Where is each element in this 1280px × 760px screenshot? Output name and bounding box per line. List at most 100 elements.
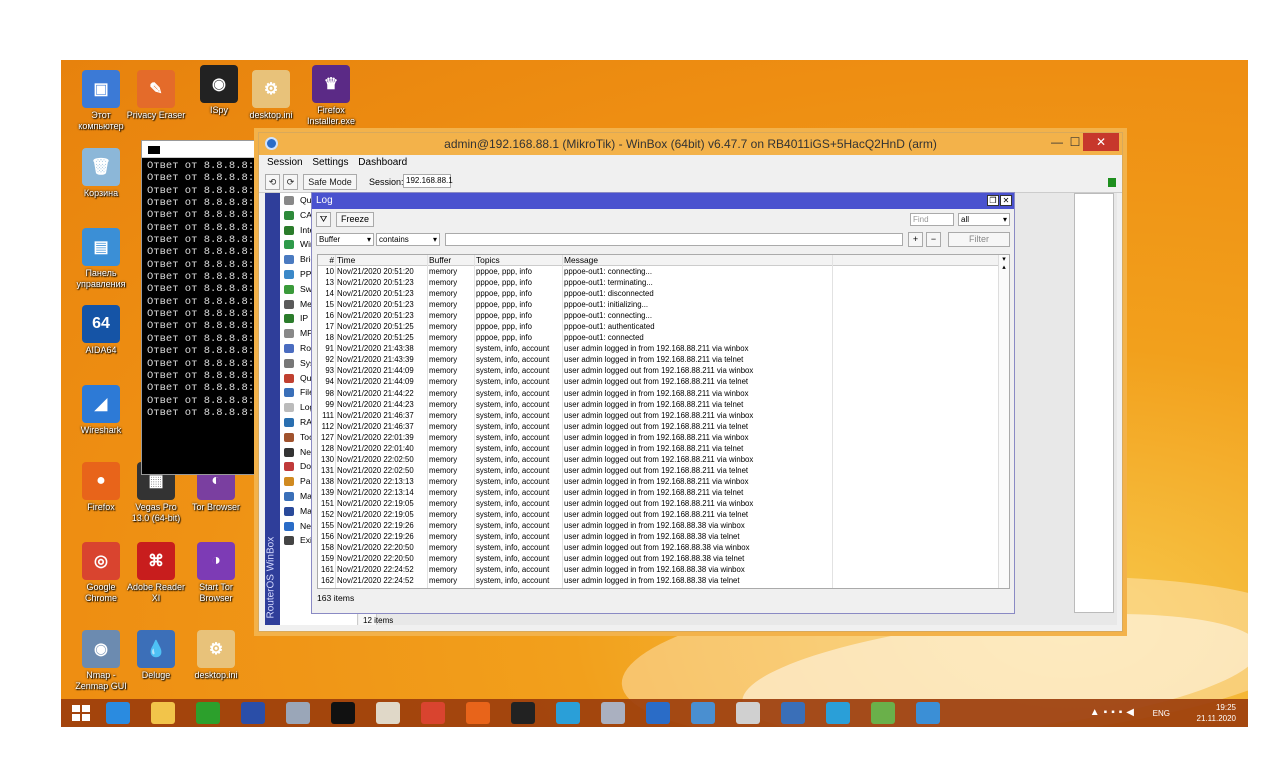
menu-session[interactable]: Session xyxy=(267,157,303,168)
remove-filter-button[interactable]: − xyxy=(926,232,941,247)
desktop-icon[interactable]: ▤ Панель управления xyxy=(71,228,131,290)
table-row[interactable]: 10 Nov/21/2020 20:51:20 memory pppoe, ppp, … xyxy=(318,266,1009,277)
safe-mode-button[interactable]: Safe Mode xyxy=(303,174,357,190)
table-row[interactable]: 98 Nov/21/2020 21:44:22 memory system, info… xyxy=(318,388,1009,399)
winbox-icon[interactable] xyxy=(646,702,670,724)
explorer-icon[interactable] xyxy=(151,702,175,724)
freeze-button[interactable]: Freeze xyxy=(336,212,374,227)
table-row[interactable]: 93 Nov/21/2020 21:44:09 memory system, info… xyxy=(318,365,1009,376)
winbox-titlebar[interactable]: admin@192.168.88.1 (MikroTik) - WinBox (… xyxy=(259,133,1122,155)
chrome-icon[interactable] xyxy=(421,702,445,724)
table-row[interactable]: 159 Nov/21/2020 22:20:50 memory system, inf… xyxy=(318,553,1009,564)
desktop-icon[interactable]: ◎ Google Chrome xyxy=(71,542,131,604)
control-panel-icon[interactable] xyxy=(916,702,940,724)
remote-desktop-icon[interactable] xyxy=(826,702,850,724)
telegram-icon[interactable] xyxy=(556,702,580,724)
close-button[interactable]: ✕ xyxy=(1083,133,1119,151)
table-row[interactable]: 99 Nov/21/2020 21:44:23 memory system, info… xyxy=(318,399,1009,410)
table-row[interactable]: 91 Nov/21/2020 21:43:38 memory system, info… xyxy=(318,343,1009,354)
undo-button[interactable]: ⟲ xyxy=(265,174,280,190)
network-share-icon[interactable] xyxy=(781,702,805,724)
desktop-icon[interactable]: ♛ Firefox Installer.exe xyxy=(301,65,361,127)
table-row[interactable]: 130 Nov/21/2020 22:02:50 memory system, inf… xyxy=(318,454,1009,465)
log-scrollbar[interactable]: ▾ ▴ xyxy=(998,255,1009,588)
filter-icon[interactable]: ⛛ xyxy=(316,212,331,227)
store-icon[interactable] xyxy=(196,702,220,724)
table-row[interactable]: 16 Nov/21/2020 20:51:23 memory pppoe, ppp, … xyxy=(318,310,1009,321)
maximize-button[interactable]: ☐ xyxy=(1065,135,1085,151)
table-row[interactable]: 158 Nov/21/2020 22:20:50 memory system, inf… xyxy=(318,542,1009,553)
table-row[interactable]: 14 Nov/21/2020 20:51:23 memory pppoe, ppp, … xyxy=(318,288,1009,299)
cmd-titlebar[interactable] xyxy=(142,141,255,158)
desktop-icon[interactable]: ◉ ISpy xyxy=(189,65,249,116)
tool-icon[interactable] xyxy=(736,702,760,724)
desktop-icon[interactable]: ▣ Этот компьютер xyxy=(71,70,131,132)
col-number[interactable]: # xyxy=(319,255,334,265)
table-row[interactable]: 162 Nov/21/2020 22:24:52 memory system, inf… xyxy=(318,575,1009,586)
session-field[interactable]: 192.168.88.1 xyxy=(403,174,453,188)
log-restore-button[interactable]: ❐ xyxy=(987,195,999,206)
col-message[interactable]: Message xyxy=(564,255,598,265)
log-table[interactable]: # Time Buffer Topics Message 10 Nov/21/20… xyxy=(317,254,1010,589)
table-row[interactable]: 155 Nov/21/2020 22:19:26 memory system, inf… xyxy=(318,520,1009,531)
table-row[interactable]: 131 Nov/21/2020 22:02:50 memory system, inf… xyxy=(318,465,1009,476)
start-button[interactable] xyxy=(69,702,93,724)
powershell-icon[interactable] xyxy=(241,702,265,724)
minimize-button[interactable]: — xyxy=(1047,135,1067,151)
firefox-icon[interactable] xyxy=(466,702,490,724)
table-row[interactable]: 127 Nov/21/2020 22:01:39 memory system, inf… xyxy=(318,432,1009,443)
desktop-icon[interactable]: ⚙ desktop.ini xyxy=(241,70,301,121)
col-time[interactable]: Time xyxy=(337,255,355,265)
table-row[interactable]: 139 Nov/21/2020 22:13:14 memory system, inf… xyxy=(318,487,1009,498)
table-row[interactable]: 17 Nov/21/2020 20:51:25 memory pppoe, ppp, … xyxy=(318,321,1009,332)
filter-operator-select[interactable]: contains ▾ xyxy=(376,233,440,246)
table-row[interactable]: 151 Nov/21/2020 22:19:05 memory system, inf… xyxy=(318,498,1009,509)
table-row[interactable]: 152 Nov/21/2020 22:19:05 memory system, inf… xyxy=(318,509,1009,520)
network-icon[interactable] xyxy=(691,702,715,724)
cmd-icon[interactable] xyxy=(331,702,355,724)
find-input[interactable]: Find xyxy=(910,213,954,226)
filter-button[interactable]: Filter xyxy=(948,232,1010,247)
ie-icon[interactable] xyxy=(106,702,130,724)
desktop-icon[interactable]: 64 AIDA64 xyxy=(71,305,131,356)
col-buffer[interactable]: Buffer xyxy=(429,255,451,265)
table-row[interactable]: 15 Nov/21/2020 20:51:23 memory pppoe, ppp, … xyxy=(318,299,1009,310)
add-filter-button[interactable]: + xyxy=(908,232,923,247)
col-topics[interactable]: Topics xyxy=(476,255,500,265)
table-row[interactable]: 138 Nov/21/2020 22:13:13 memory system, inf… xyxy=(318,476,1009,487)
log-close-button[interactable]: ✕ xyxy=(1000,195,1012,206)
redo-button[interactable]: ⟳ xyxy=(283,174,298,190)
table-row[interactable]: 94 Nov/21/2020 21:44:09 memory system, info… xyxy=(318,376,1009,387)
desktop-icon[interactable]: 💧 Deluge xyxy=(126,630,186,681)
table-row[interactable]: 18 Nov/21/2020 20:51:25 memory pppoe, ppp, … xyxy=(318,332,1009,343)
menu-dashboard[interactable]: Dashboard xyxy=(358,157,407,168)
desktop-icon[interactable]: ⚙ desktop.ini xyxy=(186,630,246,681)
desktop-icon[interactable]: ◉ Nmap - Zenmap GUI xyxy=(71,630,131,692)
desktop-icon[interactable]: ● Firefox xyxy=(71,462,131,513)
table-row[interactable]: 156 Nov/21/2020 22:19:26 memory system, inf… xyxy=(318,531,1009,542)
cmd-window[interactable]: Ответ от 8.8.8.8: Ответ от 8.8.8.8: Ответ … xyxy=(141,140,256,475)
tray-icons[interactable]: ▲▪▪▪◀ xyxy=(1090,707,1138,718)
language-indicator[interactable]: ENG xyxy=(1153,709,1170,718)
ispy-icon[interactable] xyxy=(601,702,625,724)
table-row[interactable]: 111 Nov/21/2020 21:46:37 memory system, inf… xyxy=(318,410,1009,421)
clock[interactable]: 19:25 21.11.2020 xyxy=(1197,702,1236,724)
desktop-icon[interactable]: ◢ Wireshark xyxy=(71,385,131,436)
find-scope-select[interactable]: all ▾ xyxy=(958,213,1010,226)
table-row[interactable]: 161 Nov/21/2020 22:24:52 memory system, inf… xyxy=(318,564,1009,575)
menu-settings[interactable]: Settings xyxy=(312,157,348,168)
calculator-icon[interactable] xyxy=(286,702,310,724)
filter-field-select[interactable]: Buffer ▾ xyxy=(316,233,374,246)
desktop-icon[interactable]: 🗑 Корзина xyxy=(71,148,131,199)
log-window[interactable]: Log ❐ ✕ ⛛ Freeze Find all ▾ Buffer ▾ conta… xyxy=(311,192,1015,614)
table-row[interactable]: 112 Nov/21/2020 21:46:37 memory system, inf… xyxy=(318,421,1009,432)
table-row[interactable]: 92 Nov/21/2020 21:43:39 memory system, info… xyxy=(318,354,1009,365)
table-row[interactable]: 13 Nov/21/2020 20:51:23 memory pppoe, ppp, … xyxy=(318,277,1009,288)
filter-value-input[interactable] xyxy=(445,233,903,246)
notepad-icon[interactable] xyxy=(871,702,895,724)
paint-icon[interactable] xyxy=(376,702,400,724)
log-titlebar[interactable]: Log ❐ ✕ xyxy=(312,193,1014,209)
desktop-icon[interactable]: ◑ Start Tor Browser xyxy=(186,542,246,604)
desktop-icon[interactable]: ⌘ Adobe Reader XI xyxy=(126,542,186,604)
speedometer-icon[interactable] xyxy=(511,702,535,724)
